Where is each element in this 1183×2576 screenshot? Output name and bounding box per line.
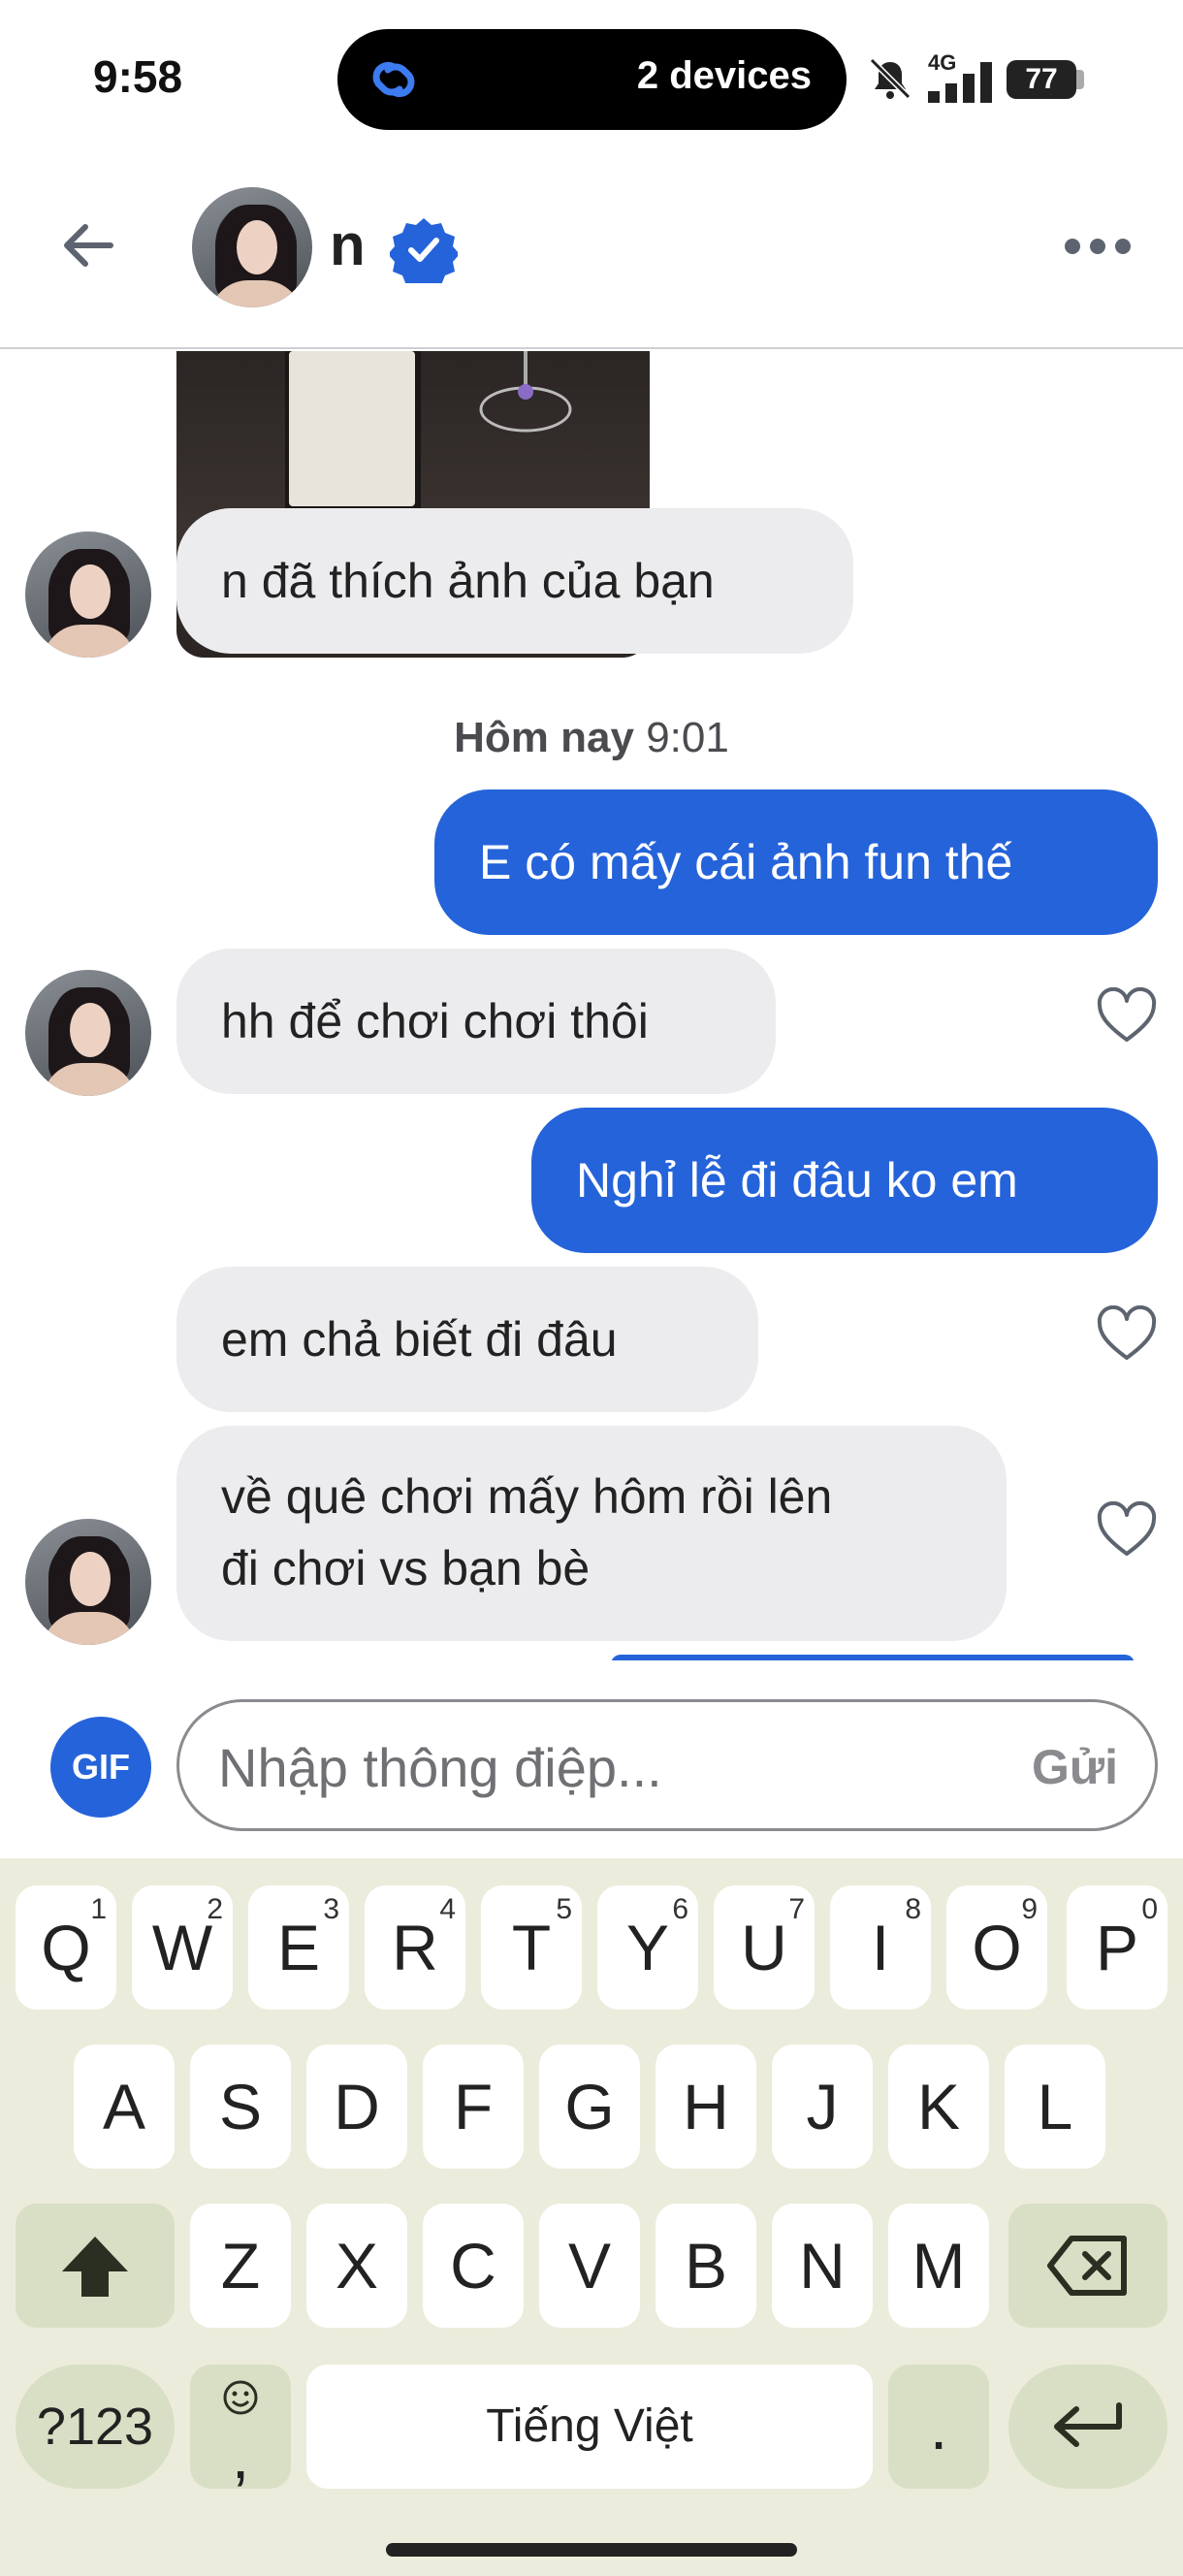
message-line: đi chơi vs bạn bè: [221, 1541, 591, 1595]
key-z[interactable]: Z: [190, 2204, 291, 2328]
dynamic-island[interactable]: 2 devices: [337, 29, 847, 130]
space-key[interactable]: Tiếng Việt: [306, 2365, 873, 2489]
more-options-icon[interactable]: [1063, 229, 1133, 264]
backspace-key[interactable]: [1008, 2204, 1167, 2328]
key-u[interactable]: U7: [714, 1885, 815, 2010]
key-f[interactable]: F: [423, 2045, 524, 2169]
message-line: về quê chơi mấy hôm rồi lên: [221, 1469, 833, 1524]
outgoing-message[interactable]: Nghỉ lễ đi đâu ko em: [531, 1108, 1158, 1253]
like-heart-icon[interactable]: [1096, 987, 1158, 1044]
battery-level: 77: [1007, 60, 1076, 99]
incoming-message[interactable]: hh để chơi chơi thôi: [176, 949, 776, 1094]
wine-label: [289, 351, 415, 506]
incoming-message[interactable]: n đã thích ảnh của bạn: [176, 508, 853, 654]
conversation-header: n: [0, 155, 1183, 349]
backspace-icon: [1047, 2236, 1127, 2296]
key-v[interactable]: V: [539, 2204, 640, 2328]
contact-avatar[interactable]: [192, 187, 312, 307]
verified-badge-icon: [390, 218, 458, 283]
symbols-key[interactable]: ?123: [16, 2365, 175, 2489]
comma-label: ,: [231, 2420, 250, 2492]
key-j[interactable]: J: [772, 2045, 873, 2169]
mute-bell-icon: [869, 57, 911, 100]
battery-cap: [1076, 70, 1084, 89]
back-arrow-icon[interactable]: [56, 213, 120, 277]
key-w[interactable]: W2: [132, 1885, 233, 2010]
key-m[interactable]: M: [888, 2204, 989, 2328]
key-e[interactable]: E3: [248, 1885, 349, 2010]
enter-arrow-icon: [1054, 2402, 1122, 2447]
contact-name[interactable]: n: [330, 211, 366, 278]
incoming-message[interactable]: em chả biết đi đâu: [176, 1267, 758, 1412]
key-t[interactable]: T5: [481, 1885, 582, 2010]
key-h[interactable]: H: [655, 2045, 756, 2169]
key-b[interactable]: B: [655, 2204, 756, 2328]
sender-avatar[interactable]: [25, 1519, 151, 1645]
key-d[interactable]: D: [306, 2045, 407, 2169]
message-input[interactable]: [216, 1731, 976, 1803]
key-p[interactable]: P0: [1067, 1885, 1167, 2010]
timestamp-time: 9:01: [646, 714, 729, 761]
shift-key[interactable]: [16, 2204, 175, 2328]
emoji-comma-key[interactable]: ,: [190, 2365, 291, 2492]
key-y[interactable]: Y6: [597, 1885, 698, 2010]
like-heart-icon[interactable]: [1096, 1501, 1158, 1558]
shift-icon: [62, 2237, 128, 2297]
key-r[interactable]: R4: [365, 1885, 465, 2010]
key-l[interactable]: L: [1005, 2045, 1105, 2169]
sender-avatar[interactable]: [25, 531, 151, 658]
gif-button[interactable]: GIF: [50, 1717, 151, 1818]
message-timestamp: Hôm nay 9:01: [0, 714, 1183, 762]
home-indicator[interactable]: [386, 2543, 797, 2557]
wine-glass: [479, 351, 572, 433]
key-s[interactable]: S: [190, 2045, 291, 2169]
message-composer: GIF Gửi: [0, 1660, 1183, 1854]
link-icon: [372, 61, 415, 98]
send-button[interactable]: Gửi: [1032, 1739, 1118, 1795]
status-time: 9:58: [93, 51, 183, 102]
enter-key[interactable]: [1008, 2365, 1167, 2489]
timestamp-day: Hôm nay: [454, 714, 634, 761]
message-input-box[interactable]: Gửi: [176, 1699, 1158, 1831]
signal-icon: [928, 62, 992, 103]
key-q[interactable]: Q1: [16, 1885, 116, 2010]
outgoing-message[interactable]: E có mấy cái ảnh fun thế: [434, 789, 1158, 935]
status-bar: 9:58 2 devices 4G 77: [0, 0, 1183, 155]
key-k[interactable]: K: [888, 2045, 989, 2169]
period-key[interactable]: .: [888, 2365, 989, 2489]
key-c[interactable]: C: [423, 2204, 524, 2328]
key-x[interactable]: X: [306, 2204, 407, 2328]
key-n[interactable]: N: [772, 2204, 873, 2328]
island-devices-text: 2 devices: [636, 54, 812, 97]
key-i[interactable]: I8: [830, 1885, 931, 2010]
key-a[interactable]: A: [74, 2045, 175, 2169]
like-heart-icon[interactable]: [1096, 1305, 1158, 1362]
sender-avatar[interactable]: [25, 970, 151, 1096]
key-g[interactable]: G: [539, 2045, 640, 2169]
keyboard: Q1 W2 E3 R4 T5 Y6 U7 I8 O9 P0 A S D F G …: [0, 1858, 1183, 2576]
incoming-message[interactable]: về quê chơi mấy hôm rồi lên đi chơi vs b…: [176, 1426, 1007, 1641]
key-o[interactable]: O9: [946, 1885, 1047, 2010]
